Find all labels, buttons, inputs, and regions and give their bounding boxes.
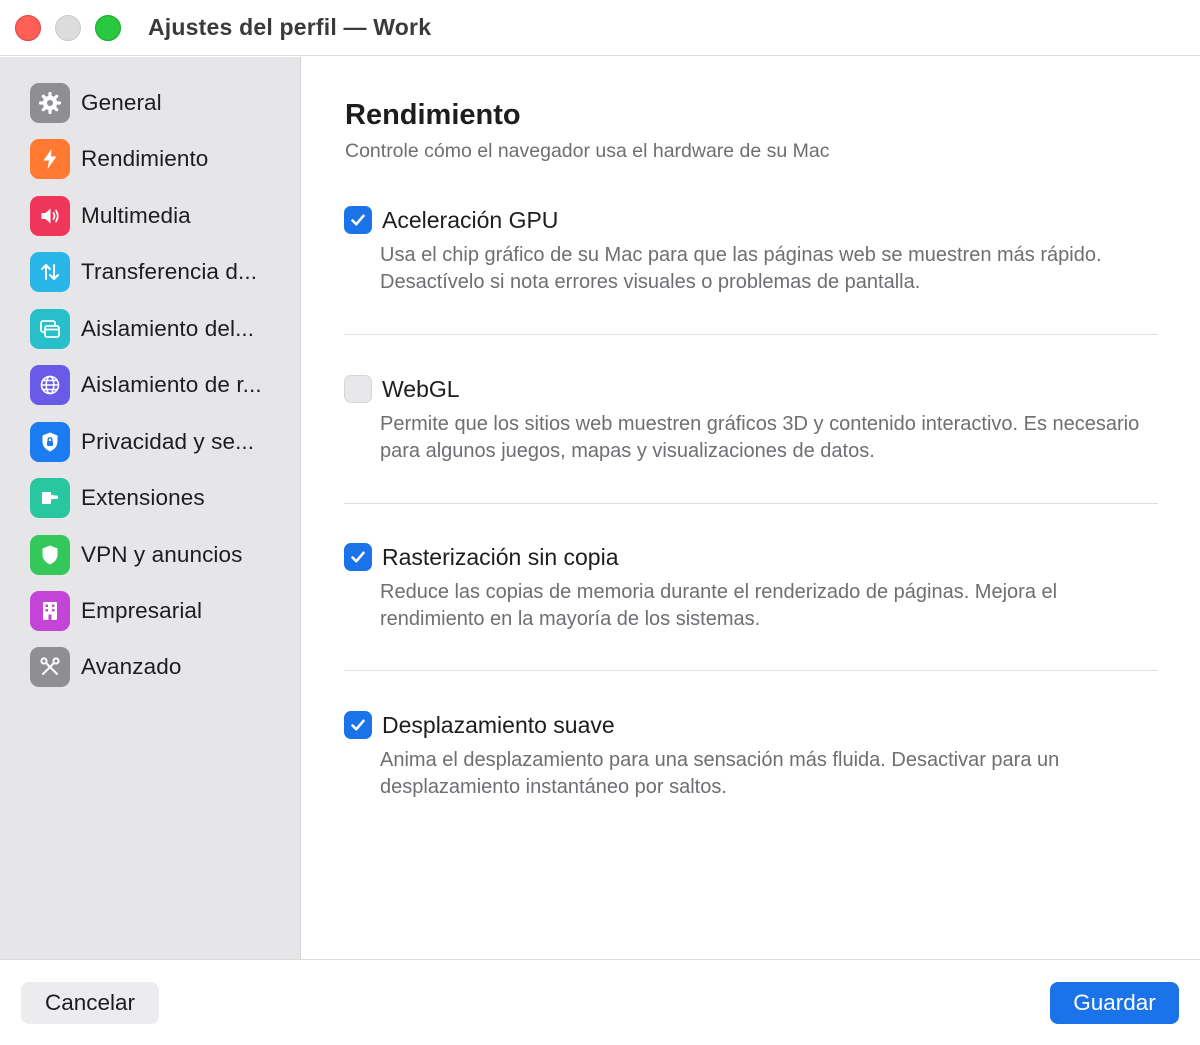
option-row[interactable]: Rasterización sin copia	[344, 541, 1158, 573]
option-row[interactable]: WebGL	[344, 373, 1158, 405]
sidebar-item-label: Multimedia	[81, 203, 191, 228]
option-description: Permite que los sitios web muestren gráf…	[380, 413, 1140, 462]
option-zero-copy-rasterization: Rasterización sin copia Reduce las copia…	[344, 541, 1158, 633]
checkmark-icon	[351, 551, 365, 563]
sidebar-item-label: General	[81, 90, 162, 115]
shield-icon	[30, 535, 70, 575]
sidebar-item-avanzado[interactable]: Avanzado	[30, 645, 285, 689]
window-title: Ajustes del perfil — Work	[148, 14, 432, 40]
title-bar: Ajustes del perfil — Work	[0, 0, 1200, 56]
option-title: Rasterización sin copia	[382, 543, 619, 570]
sidebar-item-empresarial[interactable]: Empresarial	[30, 589, 285, 633]
option-description: Usa el chip gráfico de su Mac para que l…	[380, 244, 1102, 293]
close-window-button[interactable]	[15, 15, 41, 41]
gear-icon	[30, 83, 70, 123]
sidebar-item-label: Privacidad y se...	[81, 429, 255, 454]
option-gpu-acceleration: Aceleración GPU Usa el chip gráfico de s…	[344, 204, 1158, 296]
zero-copy-rasterization-checkbox[interactable]	[344, 543, 372, 571]
zoom-window-button[interactable]	[95, 15, 121, 41]
option-row[interactable]: Desplazamiento suave	[344, 709, 1158, 741]
checkmark-icon	[351, 214, 365, 226]
sidebar-item-label: VPN y anuncios	[81, 542, 243, 567]
sidebar-item-label: Aislamiento de r...	[81, 372, 262, 397]
divider	[344, 670, 1158, 671]
page-subtitle: Controle cómo el navegador usa el hardwa…	[345, 140, 830, 162]
minimize-window-button[interactable]	[55, 15, 81, 41]
sidebar-item-label: Transferencia d...	[81, 259, 258, 284]
main-content: Rendimiento Controle cómo el navegador u…	[302, 57, 1200, 959]
window-isolation-icon	[30, 309, 70, 349]
option-webgl: WebGL Permite que los sitios web muestre…	[344, 373, 1158, 465]
option-description: Reduce las copias de memoria durante el …	[380, 581, 1058, 630]
sidebar-item-label: Aislamiento del...	[81, 316, 255, 341]
sidebar-item-transferencia[interactable]: Transferencia d...	[30, 250, 285, 294]
footer-bar: Cancelar Guardar	[0, 959, 1200, 1045]
gpu-acceleration-checkbox[interactable]	[344, 206, 372, 234]
sidebar-item-label: Extensiones	[81, 485, 205, 510]
building-icon	[30, 591, 70, 631]
sidebar-item-label: Empresarial	[81, 598, 203, 623]
cancel-button[interactable]: Cancelar	[21, 982, 159, 1024]
save-button[interactable]: Guardar	[1050, 982, 1179, 1024]
sidebar-item-vpn[interactable]: VPN y anuncios	[30, 533, 285, 577]
option-row[interactable]: Aceleración GPU	[344, 204, 1158, 236]
option-smooth-scrolling: Desplazamiento suave Anima el desplazami…	[344, 709, 1158, 801]
globe-icon	[30, 365, 70, 405]
sidebar: General Rendimiento Multimedia Transfere…	[0, 57, 301, 959]
smooth-scrolling-checkbox[interactable]	[344, 711, 372, 739]
speaker-icon	[30, 196, 70, 236]
sidebar-item-privacidad[interactable]: Privacidad y se...	[30, 420, 285, 464]
sidebar-item-label: Rendimiento	[81, 146, 209, 171]
webgl-checkbox[interactable]	[344, 375, 372, 403]
option-title: Desplazamiento suave	[382, 711, 615, 738]
lock-shield-icon	[30, 422, 70, 462]
bolt-icon	[30, 139, 70, 179]
transfer-arrows-icon	[30, 252, 70, 292]
sidebar-item-multimedia[interactable]: Multimedia	[30, 194, 285, 238]
option-title: WebGL	[382, 375, 460, 402]
puzzle-icon	[30, 478, 70, 518]
sidebar-item-aislamiento-sitios[interactable]: Aislamiento del...	[30, 307, 285, 351]
settings-window: Ajustes del perfil — Work General Rendim…	[0, 0, 1200, 1045]
sidebar-item-general[interactable]: General	[30, 81, 285, 125]
option-title: Aceleración GPU	[382, 206, 559, 233]
divider	[344, 334, 1158, 335]
page-title: Rendimiento	[345, 99, 521, 131]
checkmark-icon	[351, 719, 365, 731]
sidebar-item-extensiones[interactable]: Extensiones	[30, 476, 285, 520]
sidebar-item-label: Avanzado	[81, 654, 182, 679]
tools-icon	[30, 647, 70, 687]
sidebar-item-aislamiento-red[interactable]: Aislamiento de r...	[30, 363, 285, 407]
sidebar-item-rendimiento[interactable]: Rendimiento	[30, 137, 285, 181]
divider	[344, 503, 1158, 504]
option-description: Anima el desplazamiento para una sensaci…	[380, 749, 1060, 798]
